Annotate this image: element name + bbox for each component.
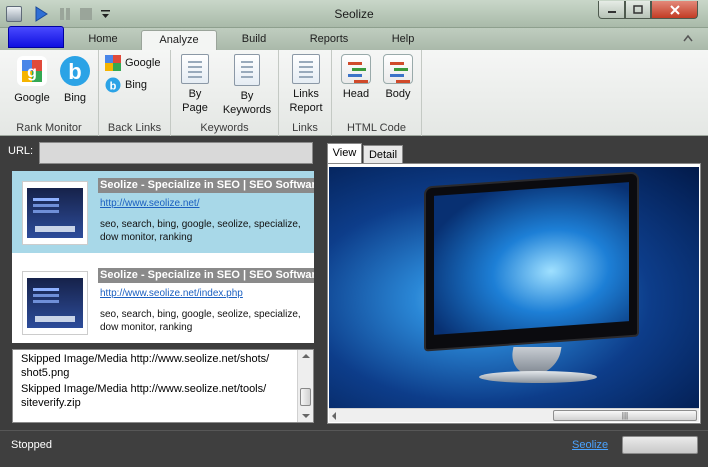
notepad-icon [234, 54, 260, 86]
tab-help[interactable]: Help [374, 30, 432, 50]
tab-detail[interactable]: Detail [363, 145, 403, 164]
horizontal-scrollbar[interactable]: ||| [329, 408, 699, 422]
url-label: URL: [8, 145, 34, 157]
svg-text:b: b [110, 81, 117, 93]
by-page-button[interactable]: By Page [177, 54, 213, 115]
monitor-foot [479, 371, 597, 383]
log-scrollbar[interactable] [297, 350, 313, 422]
minimize-button[interactable] [598, 1, 625, 19]
links-report-label-line1: Links [293, 88, 319, 100]
log-line: Skipped Image/Media http://www.seolize.n… [21, 383, 267, 409]
body-label: Body [385, 88, 411, 100]
page-icon [181, 54, 209, 84]
rank-google-button[interactable]: g Google [10, 54, 54, 105]
group-label-links: Links [292, 122, 318, 134]
tab-build[interactable]: Build [224, 30, 284, 50]
close-button[interactable] [651, 1, 698, 19]
code-body-icon [383, 54, 413, 84]
backlinks-bing-button[interactable]: b Bing [105, 76, 147, 94]
result-title: Seolize - Specialize in SEO | SEO Softwa… [98, 268, 314, 283]
seolize-link[interactable]: Seolize [572, 439, 608, 451]
links-report-button[interactable]: Links Report [285, 54, 327, 115]
group-label-keywords: Keywords [200, 122, 249, 134]
by-keywords-button[interactable]: By Keywords [219, 54, 275, 117]
application-menu-button[interactable] [8, 26, 64, 48]
group-keywords: By Page By Keywords Keywords [171, 50, 279, 136]
head-label: Head [342, 88, 370, 100]
group-html-code: Head Body HTML Code [332, 50, 422, 136]
group-label-back-links: Back Links [107, 122, 162, 134]
ribbon-tab-strip: Home Analyze Build Reports Help [0, 26, 708, 50]
list-item[interactable]: Seolize - Specialize in SEO | SEO Softwa… [12, 261, 314, 343]
svg-text:g: g [27, 64, 37, 81]
list-item[interactable]: Seolize - Specialize in SEO | SEO Softwa… [12, 171, 314, 253]
ribbon-panel: g Google b Bing Rank Monitor Google b Bi… [0, 50, 708, 136]
result-keywords: seo, search, bing, google, seolize, spec… [100, 219, 301, 243]
head-button[interactable]: Head [338, 54, 374, 101]
scroll-down-icon[interactable] [302, 414, 310, 418]
svg-text:b: b [68, 59, 81, 84]
google-icon [105, 55, 121, 71]
group-label-html-code: HTML Code [347, 122, 406, 134]
google-icon: g [15, 54, 49, 88]
rank-bing-label: Bing [63, 92, 87, 104]
by-page-label-line2: Page [182, 102, 208, 114]
tab-home[interactable]: Home [72, 30, 134, 50]
result-url-link[interactable]: http://www.seolize.net/ [100, 198, 200, 209]
title-bar: Seolize [0, 0, 708, 28]
group-label-rank-monitor: Rank Monitor [16, 122, 82, 134]
status-text: Stopped [11, 439, 52, 451]
web-page-image [329, 167, 699, 408]
tab-view[interactable]: View [327, 143, 362, 164]
group-links: Links Report Links [279, 50, 332, 136]
results-list: Seolize - Specialize in SEO | SEO Softwa… [12, 171, 314, 343]
app-window: Seolize Home Analyze Build Reports Help [0, 0, 708, 467]
status-bar: Stopped Seolize [0, 430, 708, 467]
backlinks-google-label: Google [125, 57, 161, 69]
scroll-thumb[interactable] [300, 388, 311, 406]
code-head-icon [341, 54, 371, 84]
result-url-link[interactable]: http://www.seolize.net/index.php [100, 288, 243, 299]
url-input[interactable] [39, 142, 313, 164]
horizontal-scroll-thumb[interactable]: ||| [553, 410, 697, 421]
by-keywords-label-line1: By [240, 90, 254, 102]
group-rank-monitor: g Google b Bing Rank Monitor [0, 50, 99, 136]
by-keywords-label-line2: Keywords [222, 104, 272, 116]
result-title: Seolize - Specialize in SEO | SEO Softwa… [98, 178, 314, 193]
links-report-label-line2: Report [289, 102, 323, 114]
progress-bar [622, 436, 698, 454]
log-panel: Skipped Image/Media http://www.seolize.n… [12, 349, 314, 423]
page-thumbnail [22, 181, 88, 245]
group-back-links: Google b Bing Back Links [99, 50, 171, 136]
bing-icon: b [58, 54, 92, 88]
monitor-image [424, 171, 639, 352]
by-page-label-line1: By [188, 88, 202, 100]
scroll-left-icon[interactable] [332, 412, 336, 420]
bing-icon: b [105, 77, 121, 93]
result-keywords: seo, search, bing, google, seolize, spec… [100, 309, 301, 333]
scroll-up-icon[interactable] [302, 354, 310, 358]
log-line: Skipped Image/Media http://www.seolize.n… [21, 353, 270, 379]
tab-reports[interactable]: Reports [294, 30, 364, 50]
report-icon [292, 54, 320, 84]
page-thumbnail [22, 271, 88, 335]
rank-google-label: Google [14, 92, 50, 104]
tab-analyze[interactable]: Analyze [141, 30, 217, 50]
ribbon-collapse-icon[interactable] [681, 32, 695, 46]
backlinks-google-button[interactable]: Google [105, 54, 160, 72]
body-button[interactable]: Body [380, 54, 416, 101]
backlinks-bing-label: Bing [125, 79, 148, 91]
browser-view[interactable]: ||| [327, 163, 701, 424]
maximize-button[interactable] [625, 1, 651, 19]
rank-bing-button[interactable]: b Bing [56, 54, 94, 105]
